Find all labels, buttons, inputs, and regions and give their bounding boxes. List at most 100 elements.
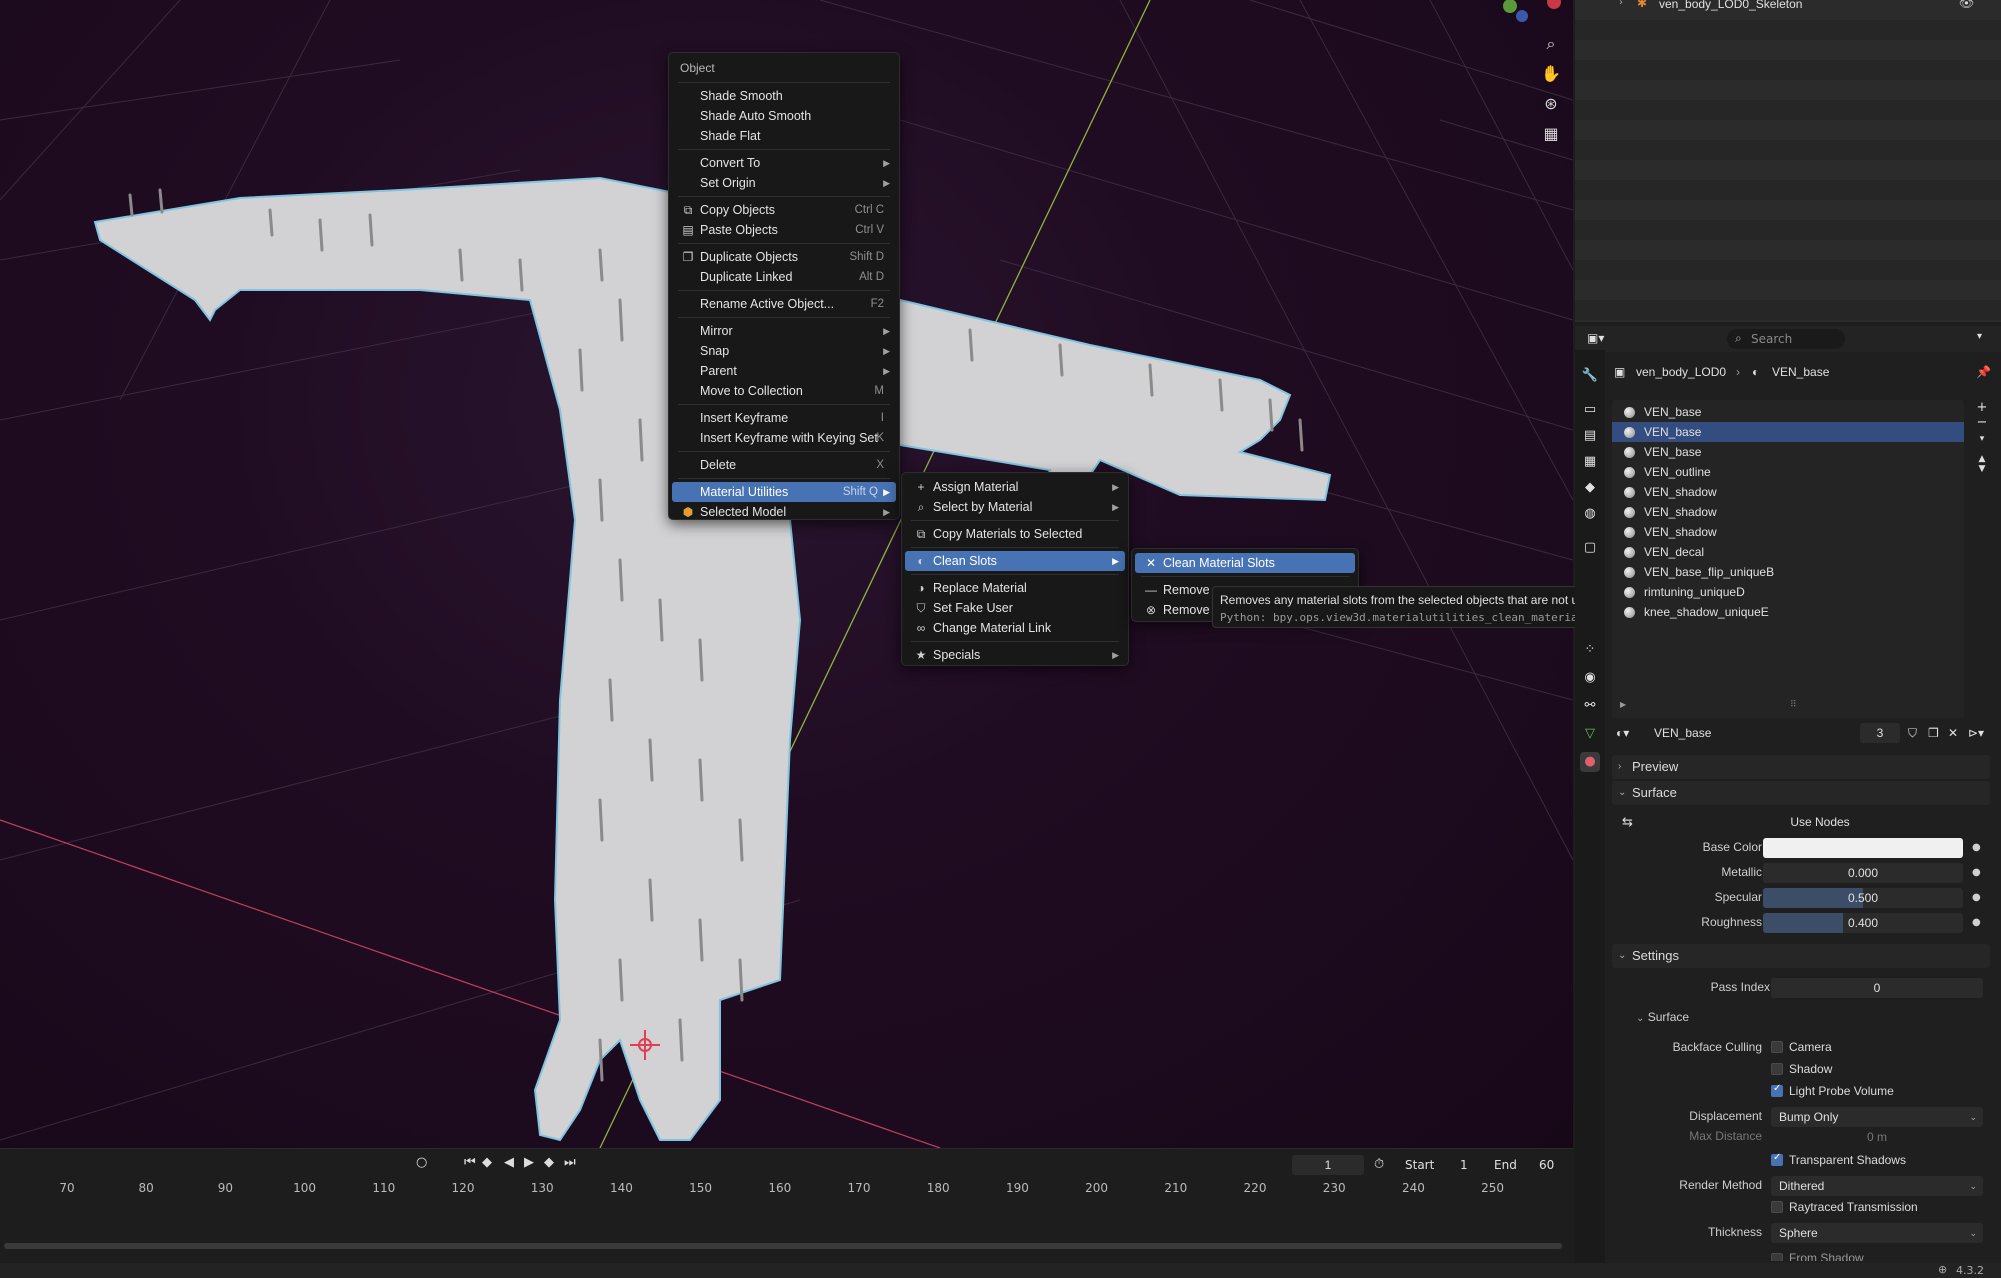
view-layer-tab-icon[interactable]: ▦: [1580, 452, 1600, 472]
duplicate-material-icon[interactable]: ❐: [1928, 723, 1939, 743]
raytraced-transmission-checkbox[interactable]: [1771, 1201, 1783, 1213]
expand-arrow-icon[interactable]: ›: [1619, 0, 1623, 8]
next-keyframe-icon[interactable]: ◆: [544, 1155, 554, 1170]
add-slot-icon[interactable]: +: [1972, 400, 1992, 415]
menu-item-assign-material[interactable]: + Assign Material ▶: [905, 477, 1125, 497]
material-slot-row[interactable]: rimtuning_uniqueD: [1612, 582, 1964, 602]
scene-tab-icon[interactable]: ◆: [1580, 478, 1600, 498]
menu-item-change-material-link[interactable]: ∞ Change Material Link: [905, 618, 1125, 638]
fake-user-shield-icon[interactable]: ⛉: [1908, 723, 1917, 743]
menu-item-move-to-collection[interactable]: Move to Collection M: [672, 381, 896, 401]
menu-item-clean-material-slots[interactable]: ✕ Clean Material Slots: [1135, 553, 1355, 573]
node-tree-icon[interactable]: ⊳▾: [1968, 723, 1984, 743]
user-count[interactable]: 3: [1860, 723, 1900, 743]
tool-tab-icon[interactable]: 🔧: [1580, 366, 1600, 386]
menu-item-shade-smooth[interactable]: Shade Smooth: [672, 86, 896, 106]
jump-end-icon[interactable]: ⏭: [564, 1155, 576, 1170]
panel-settings[interactable]: ⌄ Settings: [1612, 944, 1990, 968]
end-value[interactable]: 60: [1539, 1158, 1554, 1172]
menu-item-copy-objects[interactable]: ⧉ Copy Objects Ctrl C: [672, 200, 896, 220]
menu-item-material-utilities[interactable]: Material Utilities Shift Q ▶: [672, 482, 896, 502]
zoom-icon[interactable]: ⌕: [1539, 32, 1563, 56]
current-frame-field[interactable]: 1: [1292, 1155, 1364, 1175]
menu-item-selected-model[interactable]: ⬢ Selected Model ▶: [672, 502, 896, 522]
menu-item-rename-active-object[interactable]: Rename Active Object... F2: [672, 294, 896, 314]
camera-icon[interactable]: ⊛: [1539, 92, 1563, 116]
menu-item-duplicate-linked[interactable]: Duplicate Linked Alt D: [672, 267, 896, 287]
menu-item-copy-materials-to-selected[interactable]: ⧉ Copy Materials to Selected: [905, 524, 1125, 544]
menu-item-clean-slots[interactable]: ◐ Clean Slots ▶: [905, 551, 1125, 571]
menu-item-mirror[interactable]: Mirror ▶: [672, 321, 896, 341]
material-slots-list[interactable]: VEN_base VEN_base VEN_base VEN_outline VEN_s…: [1612, 400, 1964, 718]
chevron-down-icon[interactable]: ▾: [1977, 331, 1982, 342]
material-datablock[interactable]: ◐▾ VEN_base 3 ⛉ ❐ ✕ ⊳▾: [1612, 723, 1992, 743]
timeline-scrollbar[interactable]: [4, 1243, 1562, 1249]
thickness-dropdown[interactable]: Sphere ⌄: [1771, 1223, 1983, 1243]
menu-item-shade-auto-smooth[interactable]: Shade Auto Smooth: [672, 106, 896, 126]
move-down-icon[interactable]: ▼: [1972, 464, 1992, 474]
menu-item-replace-material[interactable]: ◑ Replace Material: [905, 578, 1125, 598]
menu-item-snap[interactable]: Snap ▶: [672, 341, 896, 361]
material-slot-row[interactable]: VEN_shadow: [1612, 482, 1964, 502]
pin-icon[interactable]: 📌: [1976, 362, 1991, 382]
material-slot-row[interactable]: VEN_base_flip_uniqueB: [1612, 562, 1964, 582]
render-tab-icon[interactable]: ▭: [1580, 400, 1600, 420]
collection-tab-icon[interactable]: ▢: [1580, 538, 1600, 558]
menu-item-parent[interactable]: Parent ▶: [672, 361, 896, 381]
menu-item-insert-keyframe-keying-set[interactable]: Insert Keyframe with Keying Set K: [672, 428, 896, 448]
play-reverse-icon[interactable]: ◀: [504, 1155, 514, 1170]
panel-surface[interactable]: ⌄ Surface: [1612, 781, 1990, 805]
base-color-swatch[interactable]: [1763, 838, 1963, 858]
material-name[interactable]: VEN_base: [1650, 723, 1830, 743]
material-slot-row[interactable]: VEN_base: [1612, 442, 1964, 462]
transparent-shadows-checkbox[interactable]: [1771, 1152, 1783, 1166]
remove-slot-icon[interactable]: −: [1972, 415, 1992, 430]
roughness-slider[interactable]: 0.400: [1763, 913, 1963, 933]
keyframe-dot-icon[interactable]: ●: [1972, 842, 1981, 853]
world-tab-icon[interactable]: ◍: [1580, 504, 1600, 524]
clock-icon[interactable]: ⏱: [1374, 1157, 1384, 1172]
specular-slider[interactable]: 0.500: [1763, 888, 1963, 908]
jump-start-icon[interactable]: ⏮: [464, 1155, 476, 1170]
from-shadow-checkbox[interactable]: [1771, 1253, 1783, 1261]
material-slot-row[interactable]: VEN_decal: [1612, 542, 1964, 562]
particles-tab-icon[interactable]: ⁘: [1580, 640, 1600, 660]
keyframe-dot-icon[interactable]: ●: [1972, 892, 1981, 903]
material-slot-row[interactable]: VEN_shadow: [1612, 502, 1964, 522]
move-up-icon[interactable]: ▲: [1972, 454, 1992, 464]
visibility-eye-icon[interactable]: 👁: [1959, 0, 1974, 10]
play-icon[interactable]: ▶: [524, 1155, 534, 1170]
shadow-checkbox[interactable]: [1771, 1063, 1783, 1075]
menu-item-specials[interactable]: ★ Specials ▶: [905, 645, 1125, 665]
menu-item-select-by-material[interactable]: ⌕ Select by Material ▶: [905, 497, 1125, 517]
skeleton-row[interactable]: › ✱ ven_body_LOD0_Skeleton 👁: [1575, 0, 2001, 13]
grid-icon[interactable]: ▦: [1539, 122, 1563, 146]
slot-specials-icon[interactable]: ▾: [1972, 434, 1992, 444]
outliner[interactable]: › ✱ ven_body_LOD0_Skeleton 👁: [1575, 0, 2001, 322]
menu-item-duplicate-objects[interactable]: ❐ Duplicate Objects Shift D: [672, 247, 896, 267]
use-nodes-button[interactable]: Use Nodes: [1650, 812, 1990, 832]
surface-subpanel[interactable]: ⌄ Surface: [1636, 1010, 1689, 1024]
keyframe-dot-icon[interactable]: ●: [1972, 867, 1981, 878]
panel-preview[interactable]: › Preview: [1612, 755, 1990, 779]
properties-search[interactable]: ⌕ Search: [1727, 329, 1845, 349]
physics-tab-icon[interactable]: ◉: [1580, 668, 1600, 688]
hand-icon[interactable]: ✋: [1539, 62, 1563, 86]
editor-type-icon[interactable]: ▣▾: [1587, 331, 1604, 345]
data-tab-icon[interactable]: ▽: [1580, 724, 1600, 744]
material-slot-row[interactable]: VEN_outline: [1612, 462, 1964, 482]
material-slot-row[interactable]: knee_shadow_uniqueE: [1612, 602, 1964, 622]
constraints-tab-icon[interactable]: ⚯: [1580, 696, 1600, 716]
material-browse-icon[interactable]: ◐▾: [1616, 723, 1629, 743]
menu-item-paste-objects[interactable]: ▤ Paste Objects Ctrl V: [672, 220, 896, 240]
material-slot-row[interactable]: VEN_shadow: [1612, 522, 1964, 542]
menu-item-set-origin[interactable]: Set Origin ▶: [672, 173, 896, 193]
metallic-field[interactable]: 0.000: [1763, 863, 1963, 883]
light-probe-volume-checkbox[interactable]: [1771, 1083, 1783, 1097]
prev-keyframe-icon[interactable]: ◆: [482, 1155, 492, 1170]
menu-item-insert-keyframe[interactable]: Insert Keyframe I: [672, 408, 896, 428]
unlink-close-icon[interactable]: ✕: [1948, 723, 1958, 743]
timeline-editor[interactable]: ○ ⏮ ◆ ◀ ▶ ◆ ⏭ 1 ⏱ Start 1 End 60 70 80 90 1…: [0, 1148, 1573, 1263]
list-filter-arrow-icon[interactable]: ▶: [1620, 700, 1626, 709]
start-value[interactable]: 1: [1460, 1158, 1468, 1172]
